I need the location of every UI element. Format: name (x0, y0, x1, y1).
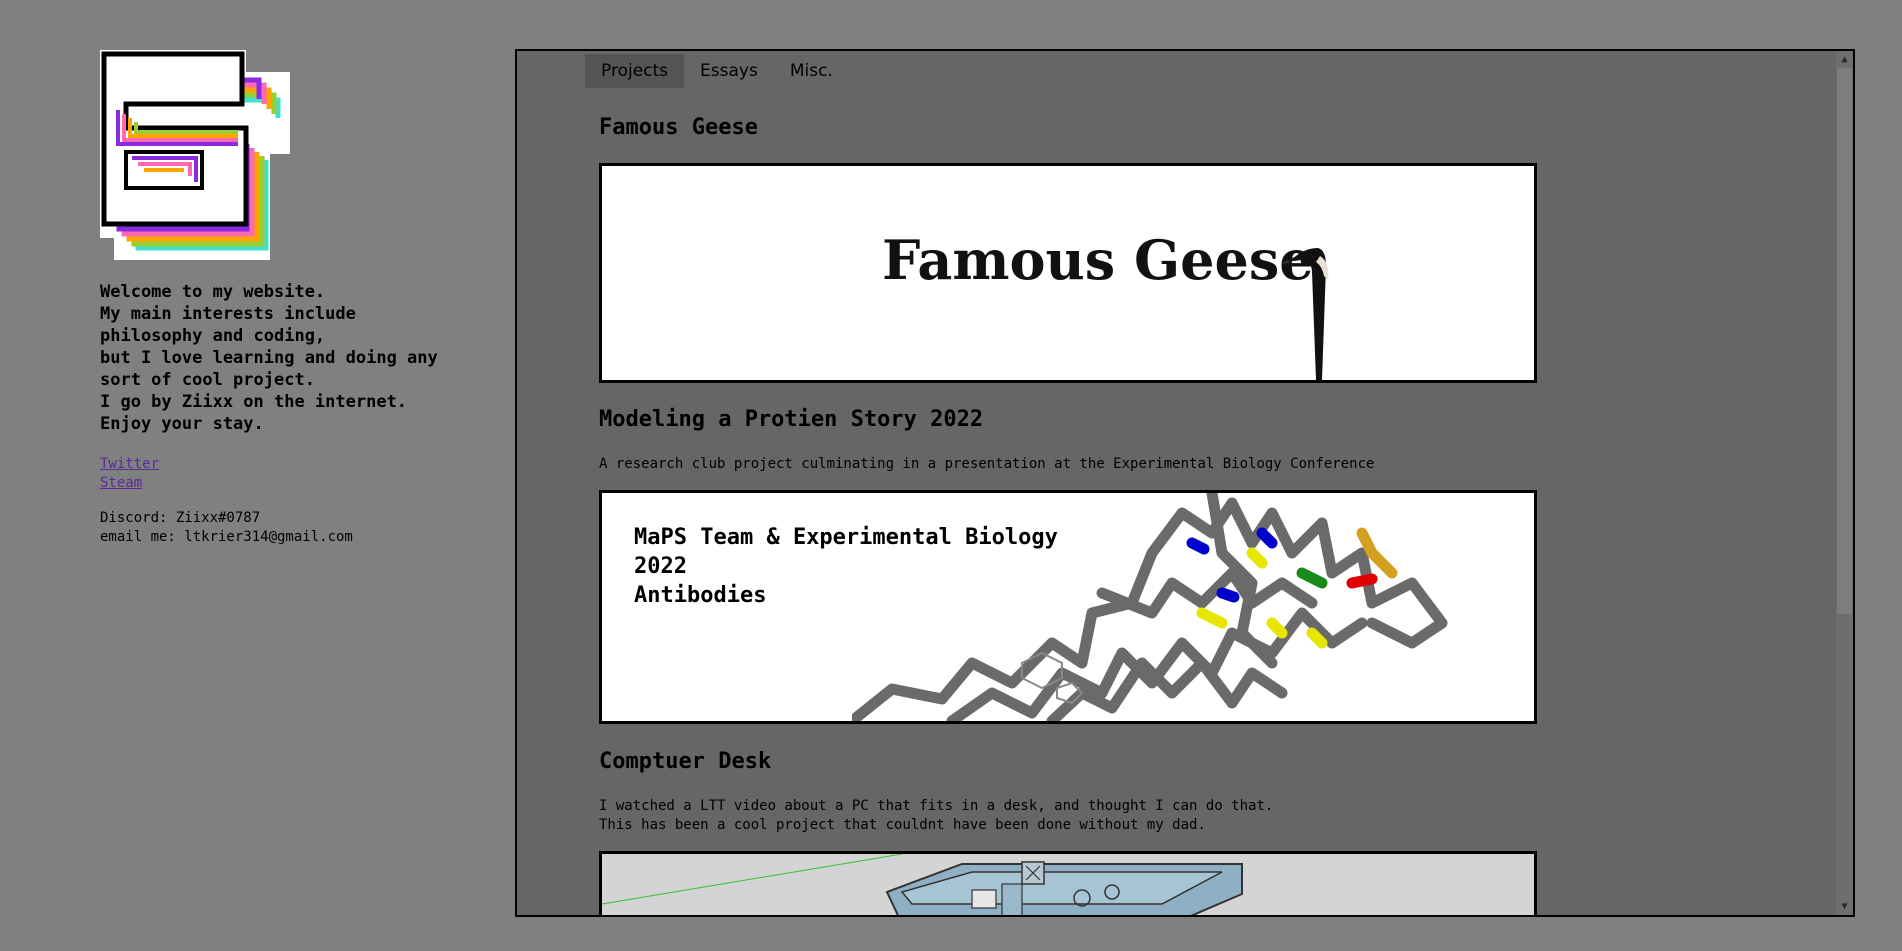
email-address: email me: ltkrier314@gmail.com (100, 529, 353, 545)
discord-handle: Discord: Ziixx#0787 (100, 510, 261, 526)
tab-essays[interactable]: Essays (684, 54, 774, 88)
famous-geese-banner[interactable]: Famous Geese (599, 163, 1537, 383)
intro-line: philosophy and coding, (100, 326, 326, 346)
scrollbar-thumb[interactable] (1837, 68, 1852, 614)
nav-tabs: Projects Essays Misc. (585, 54, 849, 88)
maps-team-banner[interactable]: MaPS Team & Experimental Biology 2022 An… (599, 490, 1537, 724)
intro-line: Enjoy your stay. (100, 414, 264, 434)
project-title: Modeling a Protien Story 2022 (599, 407, 984, 432)
intro-text: Welcome to my website. My main interests… (100, 281, 520, 435)
tab-projects[interactable]: Projects (585, 54, 685, 88)
projects-frame: Projects Essays Misc. Famous Geese Famou… (515, 49, 1855, 917)
intro-line: sort of cool project. (100, 370, 315, 390)
intro-line: but I love learning and doing any (100, 348, 438, 368)
desk-cad-image (602, 854, 1243, 915)
banner-heading: Famous Geese (882, 228, 1314, 292)
site-logo (98, 48, 290, 260)
contact-info: Discord: Ziixx#0787 email me: ltkrier314… (100, 509, 353, 547)
protein-structure-image (852, 493, 1448, 721)
twitter-link[interactable]: Twitter (100, 455, 159, 474)
project-description: A research club project culminating in a… (599, 456, 1375, 472)
intro-line: My main interests include (100, 304, 356, 324)
intro-line: Welcome to my website. (100, 282, 326, 302)
scroll-up-arrow-icon[interactable]: ▲ (1836, 51, 1853, 68)
intro-line: I go by Ziixx on the internet. (100, 392, 408, 412)
tab-misc[interactable]: Misc. (774, 54, 849, 88)
project-title: Famous Geese (599, 115, 758, 140)
steam-link[interactable]: Steam (100, 474, 159, 493)
goose-image (1282, 248, 1329, 380)
social-links: Twitter Steam (100, 455, 159, 493)
project-title: Comptuer Desk (599, 749, 772, 774)
computer-desk-banner[interactable] (599, 851, 1537, 915)
scroll-down-arrow-icon[interactable]: ▼ (1836, 898, 1853, 915)
project-description: This has been a cool project that couldn… (599, 817, 1206, 833)
vertical-scrollbar[interactable]: ▲ ▼ (1836, 51, 1853, 915)
project-description: I watched a LTT video about a PC that fi… (599, 798, 1274, 814)
